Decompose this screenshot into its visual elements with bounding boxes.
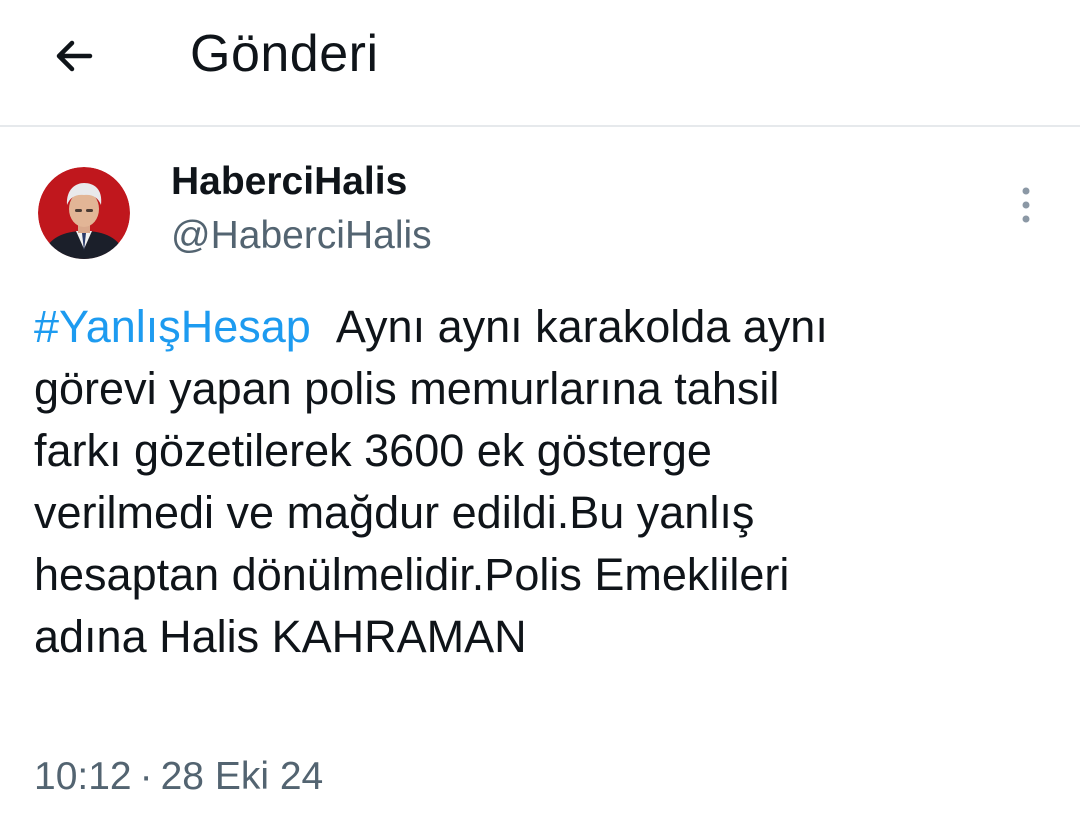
profile-photo [38,167,130,259]
tweet-line: hesaptan dönülmelidir.Polis Emeklileri [34,549,790,600]
page-title: Gönderi [190,25,379,83]
tweet-timestamp[interactable]: 10:12 · 28 Eki 24 [34,752,323,802]
tweet-line: adına Halis KAHRAMAN [34,611,527,662]
more-options-button[interactable] [1004,180,1048,230]
tweet-line: görevi yapan polis memurlarına tahsil [34,363,780,414]
tweet-line: verilmedi ve mağdur edildi.Bu yanlış [34,487,755,538]
tweet-line: Aynı aynı karakolda aynı [335,301,828,352]
tweet-body: #YanlışHesap Aynı aynı karakolda aynı gö… [34,296,1044,668]
more-vertical-icon [1022,187,1030,223]
tweet-time: 10:12 [34,755,132,798]
hashtag-link[interactable]: #YanlışHesap [34,301,311,352]
arrow-left-icon [56,40,93,72]
display-name[interactable]: HaberciHalis [171,160,407,204]
meta-separator: · [139,755,153,798]
tweet-date: 28 Eki 24 [160,755,324,798]
back-button[interactable] [40,22,108,90]
avatar[interactable] [38,167,130,259]
user-handle[interactable]: @HaberciHalis [171,214,432,258]
tweet-line: farkı gözetilerek 3600 ek gösterge [34,425,712,476]
top-bar: Gönderi [0,0,1080,127]
